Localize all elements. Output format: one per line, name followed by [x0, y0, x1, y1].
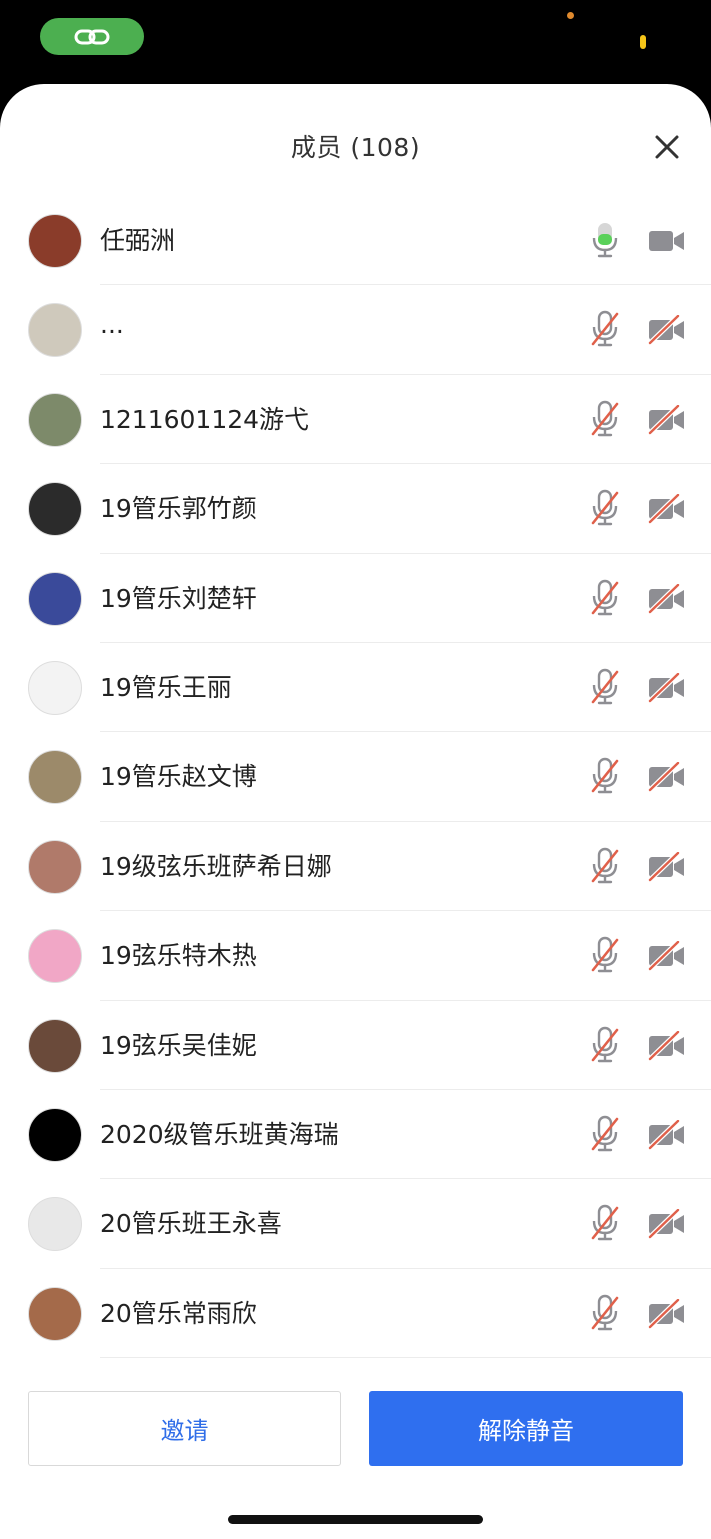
- microphone-icon[interactable]: [590, 221, 620, 259]
- avatar: [28, 214, 82, 268]
- camera-off-icon[interactable]: [647, 1297, 686, 1330]
- avatar: [28, 392, 82, 447]
- member-name: 19管乐王丽: [100, 672, 232, 702]
- avatar: [28, 1107, 82, 1162]
- avatar: [28, 1018, 82, 1073]
- member-row[interactable]: 任弼洲: [0, 196, 711, 286]
- member-name: 19弦乐特木热: [100, 941, 257, 971]
- member-name: ...: [100, 310, 124, 340]
- member-row[interactable]: 1211601124游弋: [0, 375, 711, 465]
- microphone-muted-icon[interactable]: [590, 489, 620, 527]
- microphone-muted-icon[interactable]: [590, 1294, 620, 1332]
- camera-off-icon[interactable]: [647, 1118, 686, 1151]
- microphone-muted-icon[interactable]: [590, 1204, 620, 1242]
- camera-off-icon[interactable]: [647, 850, 686, 883]
- microphone-muted-icon[interactable]: [590, 310, 620, 348]
- camera-off-icon[interactable]: [647, 1029, 686, 1062]
- avatar: [28, 303, 82, 358]
- camera-off-icon[interactable]: [647, 582, 686, 615]
- member-row[interactable]: 19弦乐特木热: [0, 911, 711, 1001]
- microphone-muted-icon[interactable]: [590, 1026, 620, 1064]
- member-row[interactable]: 19级弦乐班萨希日娜: [0, 822, 711, 912]
- member-name: 19级弦乐班萨希日娜: [100, 851, 332, 881]
- avatar: [28, 929, 82, 984]
- microphone-muted-icon[interactable]: [590, 757, 620, 795]
- member-row[interactable]: 20管乐常雨欣: [0, 1269, 711, 1359]
- status-bar: [0, 0, 711, 84]
- screen-share-pill[interactable]: [40, 18, 144, 55]
- sheet-header: 成员 (108): [0, 84, 711, 196]
- footer-bar: 邀请 解除静音: [0, 1374, 711, 1539]
- camera-off-icon[interactable]: [647, 492, 686, 525]
- battery-indicator: [640, 35, 646, 49]
- privacy-indicator-dot: [567, 12, 574, 19]
- camera-off-icon[interactable]: [647, 313, 686, 346]
- avatar: [28, 660, 82, 715]
- avatar: [28, 1197, 82, 1252]
- camera-off-icon[interactable]: [647, 939, 686, 972]
- microphone-muted-icon[interactable]: [590, 579, 620, 617]
- member-name: 20管乐班王永喜: [100, 1209, 282, 1239]
- home-indicator: [228, 1515, 483, 1524]
- member-name: 任弼洲: [100, 226, 176, 255]
- camera-icon[interactable]: [648, 226, 686, 256]
- close-button[interactable]: [652, 132, 682, 162]
- member-row[interactable]: ...: [0, 285, 711, 375]
- member-name: 20管乐常雨欣: [100, 1298, 257, 1328]
- members-sheet: 成员 (108) 任弼洲 ... 1211601124游弋 19管乐郭竹颜 19…: [0, 84, 711, 1539]
- member-row[interactable]: 19弦乐吴佳妮: [0, 1001, 711, 1090]
- avatar: [28, 1286, 82, 1341]
- microphone-muted-icon[interactable]: [590, 1115, 620, 1153]
- close-icon: [655, 135, 679, 159]
- camera-off-icon[interactable]: [647, 1207, 686, 1240]
- link-icon: [74, 29, 110, 44]
- member-row[interactable]: 2020级管乐班黄海瑞: [0, 1090, 711, 1180]
- invite-button[interactable]: 邀请: [28, 1391, 341, 1466]
- unmute-all-button[interactable]: 解除静音: [369, 1391, 683, 1466]
- member-list[interactable]: 任弼洲 ... 1211601124游弋 19管乐郭竹颜 19管乐刘楚轩 19管…: [0, 196, 711, 1374]
- avatar: [28, 482, 82, 537]
- camera-off-icon[interactable]: [647, 403, 686, 436]
- member-name: 19管乐赵文博: [100, 762, 257, 792]
- member-row[interactable]: 19管乐郭竹颜: [0, 464, 711, 554]
- member-name: 19管乐郭竹颜: [100, 494, 257, 524]
- member-name: 2020级管乐班黄海瑞: [100, 1119, 339, 1149]
- camera-off-icon[interactable]: [647, 671, 686, 704]
- microphone-muted-icon[interactable]: [590, 847, 620, 885]
- member-row[interactable]: 19管乐王丽: [0, 643, 711, 733]
- member-row[interactable]: 20管乐班王永喜: [0, 1179, 711, 1269]
- microphone-muted-icon[interactable]: [590, 400, 620, 438]
- member-name: 1211601124游弋: [100, 404, 310, 434]
- avatar: [28, 571, 82, 626]
- microphone-muted-icon[interactable]: [590, 668, 620, 706]
- camera-off-icon[interactable]: [647, 760, 686, 793]
- member-row[interactable]: 19管乐赵文博: [0, 732, 711, 822]
- microphone-muted-icon[interactable]: [590, 936, 620, 974]
- member-name: 19管乐刘楚轩: [100, 583, 257, 613]
- member-row[interactable]: 19管乐刘楚轩: [0, 554, 711, 643]
- member-name: 19弦乐吴佳妮: [100, 1030, 257, 1060]
- page-title: 成员 (108): [290, 133, 421, 162]
- avatar: [28, 839, 82, 894]
- member-row[interactable]: 20管乐董佳宇: [0, 1358, 711, 1374]
- avatar: [28, 750, 82, 805]
